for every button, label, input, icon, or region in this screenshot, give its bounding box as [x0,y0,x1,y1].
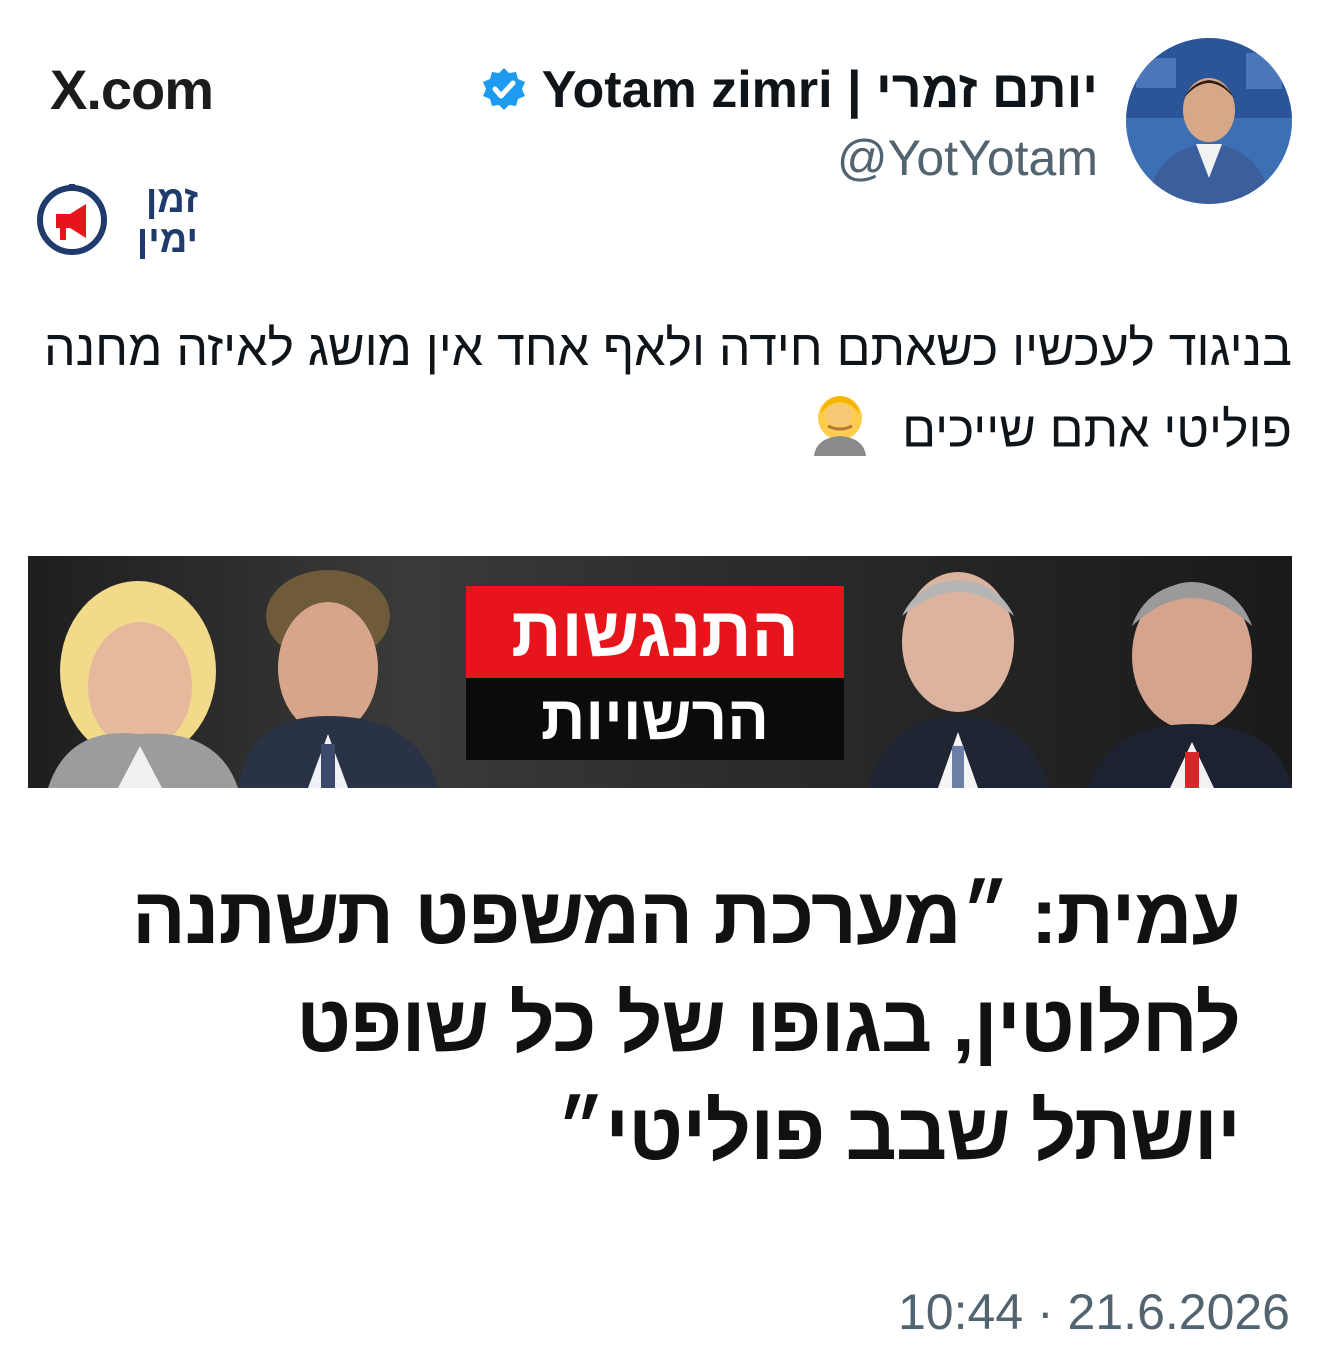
brand-logo: זמן ימין [36,180,206,270]
article-quote: עמית: ״מערכת המשפט תשתנה לחלוטין, בגופו … [40,862,1241,1186]
tweet-timestamp[interactable]: 10:44 · 21.6.2026 [898,1280,1290,1344]
banner-headline: התנגשות הרשויות [466,586,844,760]
tweet-text: בניגוד לעכשיו כשאתם חידה ולאף אחד אין מו… [44,320,1292,458]
brand-logo-line1: זמן [145,179,198,221]
brand-logo-line2: ימין [136,219,198,261]
article-image-banner[interactable]: התנגשות הרשויות [28,556,1292,788]
verified-badge-icon [480,66,528,114]
tweet-text-block: בניגוד לעכשיו כשאתם חידה ולאף אחד אין מו… [32,308,1292,479]
banner-headline-bottom: הרשויות [466,678,844,760]
brand-logo-text: זמן ימין [116,180,198,260]
quote-line: עמית: ״מערכת המשפט תשתנה [131,871,1241,960]
author-name-row[interactable]: יותם זמרי | Yotam zimri [480,58,1098,122]
banner-headline-top: התנגשות [466,586,844,678]
author-handle[interactable]: @YotYotam [837,128,1098,188]
author-display-name[interactable]: יותם זמרי | Yotam zimri [542,60,1098,120]
quote-line: לחלוטין, בגופו של כל שופט [296,979,1241,1068]
site-label: X.com [50,58,214,121]
avatar[interactable] [1126,38,1292,204]
megaphone-clock-icon [37,184,107,255]
quote-line: יושתל שבב פוליטי״ [556,1087,1241,1176]
face-palm-icon [806,388,874,479]
